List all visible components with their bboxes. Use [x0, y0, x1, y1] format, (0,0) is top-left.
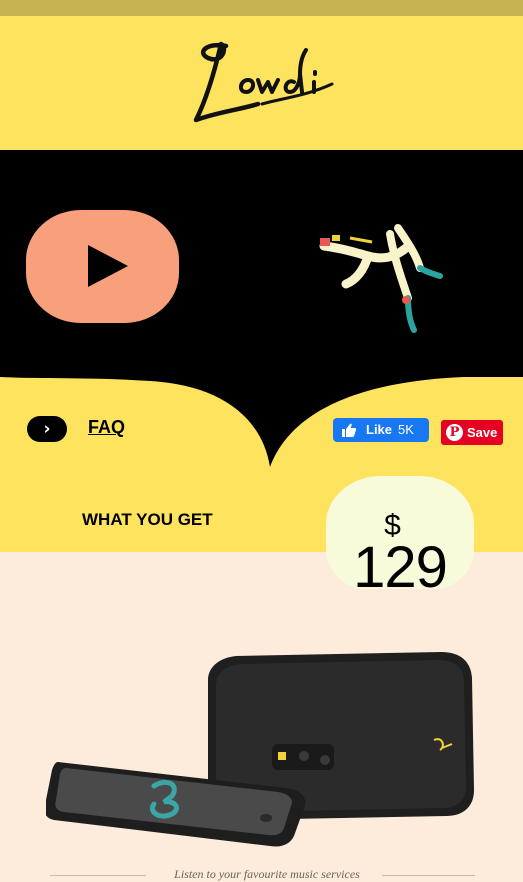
pin-label: Save	[467, 425, 498, 440]
pinterest-icon: P	[446, 424, 463, 441]
section-title: WHAT YOU GET	[82, 510, 213, 529]
brand-logo	[193, 41, 334, 123]
product-image	[46, 652, 474, 847]
play-button[interactable]	[26, 210, 179, 323]
price-badge: $ 129	[326, 476, 474, 600]
thumbs-up-icon	[342, 423, 357, 437]
divider-left	[50, 875, 146, 876]
dancer-illustration	[319, 224, 443, 333]
price-amount: 129	[353, 535, 448, 600]
caption-row: Listen to your favourite music services	[0, 866, 523, 881]
like-label: Like	[366, 422, 393, 437]
caption-text: Listen to your favourite music services	[174, 867, 360, 881]
top-strip	[0, 0, 523, 16]
like-count: 5K	[398, 422, 414, 437]
facebook-like-button[interactable]: Like 5K	[333, 418, 429, 442]
pinterest-save-button[interactable]: P Save	[441, 420, 503, 445]
play-icon	[88, 245, 128, 287]
faq-link[interactable]: FAQ	[88, 417, 125, 438]
divider-right	[382, 875, 475, 876]
chevron-right-icon[interactable]: ›	[27, 416, 67, 442]
